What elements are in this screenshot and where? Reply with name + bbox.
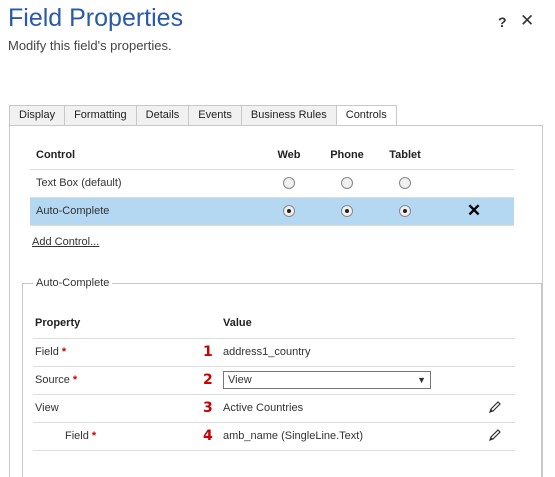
property-value: address1_country: [223, 338, 475, 367]
annotation-number: 3: [203, 400, 213, 416]
required-marker: *: [72, 374, 78, 386]
dialog-title: Field Properties: [8, 4, 184, 32]
web-radio[interactable]: [283, 205, 295, 218]
table-row: Source * 2 View ▼: [33, 366, 515, 395]
table-row[interactable]: Auto-Complete ✕: [30, 197, 514, 226]
value-column-header: Value: [223, 308, 475, 339]
tab-display[interactable]: Display: [9, 105, 65, 126]
pencil-icon[interactable]: [488, 428, 502, 445]
annotation-number: 4: [203, 428, 213, 444]
tablet-radio[interactable]: [399, 205, 411, 218]
annotation-number: 2: [203, 372, 213, 388]
table-row[interactable]: Text Box (default): [30, 169, 514, 198]
required-marker: *: [61, 346, 67, 358]
phone-radio[interactable]: [341, 177, 353, 190]
source-select[interactable]: View ▼: [223, 371, 431, 389]
tab-bar: Display Formatting Details Events Busine…: [9, 105, 397, 126]
close-icon[interactable]: ✕: [520, 11, 534, 31]
tablet-column-header: Tablet: [376, 142, 434, 170]
web-column-header: Web: [260, 142, 318, 170]
phone-column-header: Phone: [318, 142, 376, 170]
tab-details[interactable]: Details: [135, 105, 189, 126]
table-row: Field * 1 address1_country: [33, 338, 515, 367]
property-label: Field: [65, 430, 89, 442]
control-name: Auto-Complete: [30, 197, 260, 226]
tab-events[interactable]: Events: [188, 105, 241, 126]
control-name: Text Box (default): [30, 169, 260, 198]
property-value: Active Countries: [223, 394, 475, 423]
property-label: View: [35, 402, 59, 414]
auto-complete-properties: Auto-Complete Property Value Field * 1 ad…: [22, 277, 542, 477]
controls-table: Control Web Phone Tablet Text Box (defau…: [30, 142, 514, 226]
web-radio[interactable]: [283, 177, 295, 190]
property-label: Field: [35, 346, 59, 358]
phone-radio[interactable]: [341, 205, 353, 218]
tab-controls[interactable]: Controls: [335, 105, 397, 126]
tab-business-rules[interactable]: Business Rules: [240, 105, 336, 126]
help-icon[interactable]: ?: [498, 14, 507, 30]
remove-control-icon[interactable]: ✕: [467, 201, 481, 220]
fieldset-legend: Auto-Complete: [33, 277, 113, 289]
dialog-subtitle: Modify this field's properties.: [8, 38, 172, 53]
property-column-header: Property: [33, 308, 203, 339]
control-column-header: Control: [30, 142, 260, 170]
property-label: Source: [35, 374, 70, 386]
add-control-link[interactable]: Add Control...: [32, 236, 99, 248]
table-row: View 3 Active Countries: [33, 394, 515, 423]
controls-table-header: Control Web Phone Tablet: [30, 142, 514, 170]
annotation-number: 1: [203, 344, 213, 360]
properties-table: Property Value Field * 1 address1_country…: [33, 308, 515, 451]
property-value: amb_name (SingleLine.Text): [223, 422, 475, 451]
source-select-value: View: [228, 374, 252, 386]
pencil-icon[interactable]: [488, 400, 502, 417]
chevron-down-icon: ▼: [417, 375, 426, 385]
required-marker: *: [91, 430, 97, 442]
tablet-radio[interactable]: [399, 177, 411, 190]
table-row: Field * 4 amb_name (SingleLine.Text): [33, 422, 515, 451]
properties-table-header: Property Value: [33, 308, 515, 339]
controls-tab-panel: Control Web Phone Tablet Text Box (defau…: [9, 125, 543, 477]
tab-formatting[interactable]: Formatting: [64, 105, 136, 126]
